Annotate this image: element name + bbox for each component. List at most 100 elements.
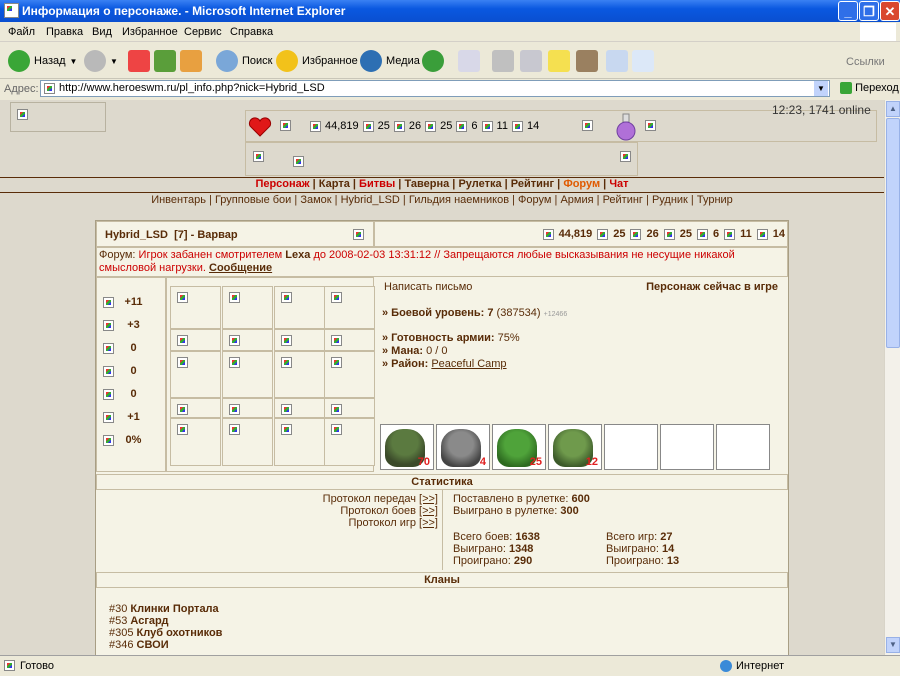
protocol-games: Протокол игр [>>] [348,517,438,529]
edit-icon[interactable] [520,50,542,72]
equipment-slot[interactable] [222,329,273,351]
vertical-scrollbar[interactable]: ▲ ▼ [884,100,900,655]
army-slot-7[interactable] [716,424,770,470]
menu-tools[interactable]: Сервис [184,26,222,38]
nav-group-battles[interactable]: Групповые бои [215,194,291,206]
research-icon[interactable] [606,50,628,72]
equipment-slot[interactable] [170,286,221,329]
ban-message-link[interactable]: Сообщение [209,262,272,274]
print-icon[interactable] [492,50,514,72]
protocol-games-link[interactable]: [>>] [419,517,438,529]
nav-inventory[interactable]: Инвентарь [151,194,206,206]
equipment-slot[interactable] [274,351,325,398]
nav-mine[interactable]: Рудник [652,194,688,206]
equipment-slot[interactable] [274,329,325,351]
equipment-slot[interactable] [324,418,375,466]
nav-roulette[interactable]: Рулетка [458,178,501,190]
nav-sub-forum[interactable]: Форум [518,194,551,206]
clan-item[interactable]: #346 СВОИ [109,639,222,651]
nav-profile[interactable]: Hybrid_LSD [341,194,400,206]
equipment-slot[interactable] [170,351,221,398]
minimize-button[interactable]: _ [838,1,858,21]
equipment-slot[interactable] [222,351,273,398]
note-icon[interactable] [548,50,570,72]
refresh-icon[interactable] [154,50,176,72]
close-button[interactable]: ✕ [880,1,900,21]
stop-icon[interactable] [128,50,150,72]
clan-item[interactable]: #305 Клуб охотников [109,627,222,639]
menu-favorites[interactable]: Избранное [122,26,178,38]
address-input[interactable]: http://www.heroeswm.ru/pl_info.php?nick=… [40,80,830,97]
nav-battles[interactable]: Битвы [359,178,395,190]
clan-item[interactable]: #53 Асгард [109,615,222,627]
nav-mercenary-guild[interactable]: Гильдия наемников [409,194,509,206]
internet-zone-icon [720,660,732,672]
sulfur-icon [696,228,708,240]
nav-castle[interactable]: Замок [300,194,331,206]
equipment-slot[interactable] [274,398,325,418]
army-slot-6[interactable] [660,424,714,470]
nav-forum[interactable]: Форум [563,178,600,190]
statistics-header: Статистика [96,474,788,490]
menu-edit[interactable]: Правка [46,26,83,38]
go-button[interactable]: Переход [840,82,899,95]
equipment-slot[interactable] [274,286,325,329]
item-icon [229,357,240,368]
copy-icon[interactable] [632,50,654,72]
nav-tavern[interactable]: Таверна [404,178,449,190]
region-link[interactable]: Peaceful Camp [431,358,506,370]
army-slot-2[interactable]: 4 [436,424,490,470]
army-slot-5[interactable] [604,424,658,470]
messenger-icon[interactable] [576,50,598,72]
back-button[interactable]: Назад ▼ [8,50,77,72]
army-slot-3[interactable]: 25 [492,424,546,470]
scroll-thumb[interactable] [886,118,900,348]
home-icon[interactable] [180,50,202,72]
equipment-slot[interactable] [222,398,273,418]
dropdown-icon[interactable]: ▼ [814,81,828,96]
stat-luck: 0 [103,384,153,404]
protocol-transfers-link[interactable]: [>>] [419,493,438,505]
mail-icon[interactable] [458,50,480,72]
menu-help[interactable]: Справка [230,26,273,38]
maximize-button[interactable]: ❐ [859,1,879,21]
nav-army[interactable]: Армия [560,194,593,206]
army-slot-4[interactable]: 12 [548,424,602,470]
equipment-slot[interactable] [324,398,375,418]
scroll-down-icon[interactable]: ▼ [886,637,900,653]
search-button[interactable]: Поиск [216,50,272,72]
equipment-slot[interactable] [274,418,325,466]
equipment-slot[interactable] [324,329,375,351]
equipment-slot[interactable] [324,286,375,329]
media-button[interactable]: Медиа [360,50,420,72]
nav-map[interactable]: Карта [319,178,350,190]
scroll-up-icon[interactable]: ▲ [886,101,900,117]
forward-button[interactable]: ▼ [84,50,118,72]
links-label[interactable]: Ссылки [846,56,885,68]
sulfur-icon [456,120,468,132]
protocol-list: Протокол передач [>>] Протокол боев [>>]… [323,493,438,529]
nav-sub-rating[interactable]: Рейтинг [603,194,643,206]
nav-tournament[interactable]: Турнир [697,194,733,206]
write-letter-link[interactable]: Написать письмо [384,281,472,293]
nav-chat[interactable]: Чат [609,178,628,190]
clan-item[interactable]: #30 Клинки Портала [109,603,222,615]
menu-file[interactable]: Файл [8,26,35,38]
mercury-icon [425,120,437,132]
equipment-slot[interactable] [324,351,375,398]
equipment-slot[interactable] [170,398,221,418]
top-left-panel [10,102,106,132]
equipment-slot[interactable] [170,329,221,351]
item-icon [229,424,240,435]
nav-character[interactable]: Персонаж [255,178,309,190]
history-icon[interactable] [422,50,444,72]
equipment-slot[interactable] [170,418,221,466]
army-slot-1[interactable]: 70 [380,424,434,470]
roulette-won: Выиграно в рулетке: 300 [453,505,579,517]
menu-view[interactable]: Вид [92,26,112,38]
protocol-battles-link[interactable]: [>>] [419,505,438,517]
nav-rating[interactable]: Рейтинг [511,178,554,190]
equipment-slot[interactable] [222,418,273,466]
favorites-button[interactable]: Избранное [276,50,358,72]
equipment-slot[interactable] [222,286,273,329]
